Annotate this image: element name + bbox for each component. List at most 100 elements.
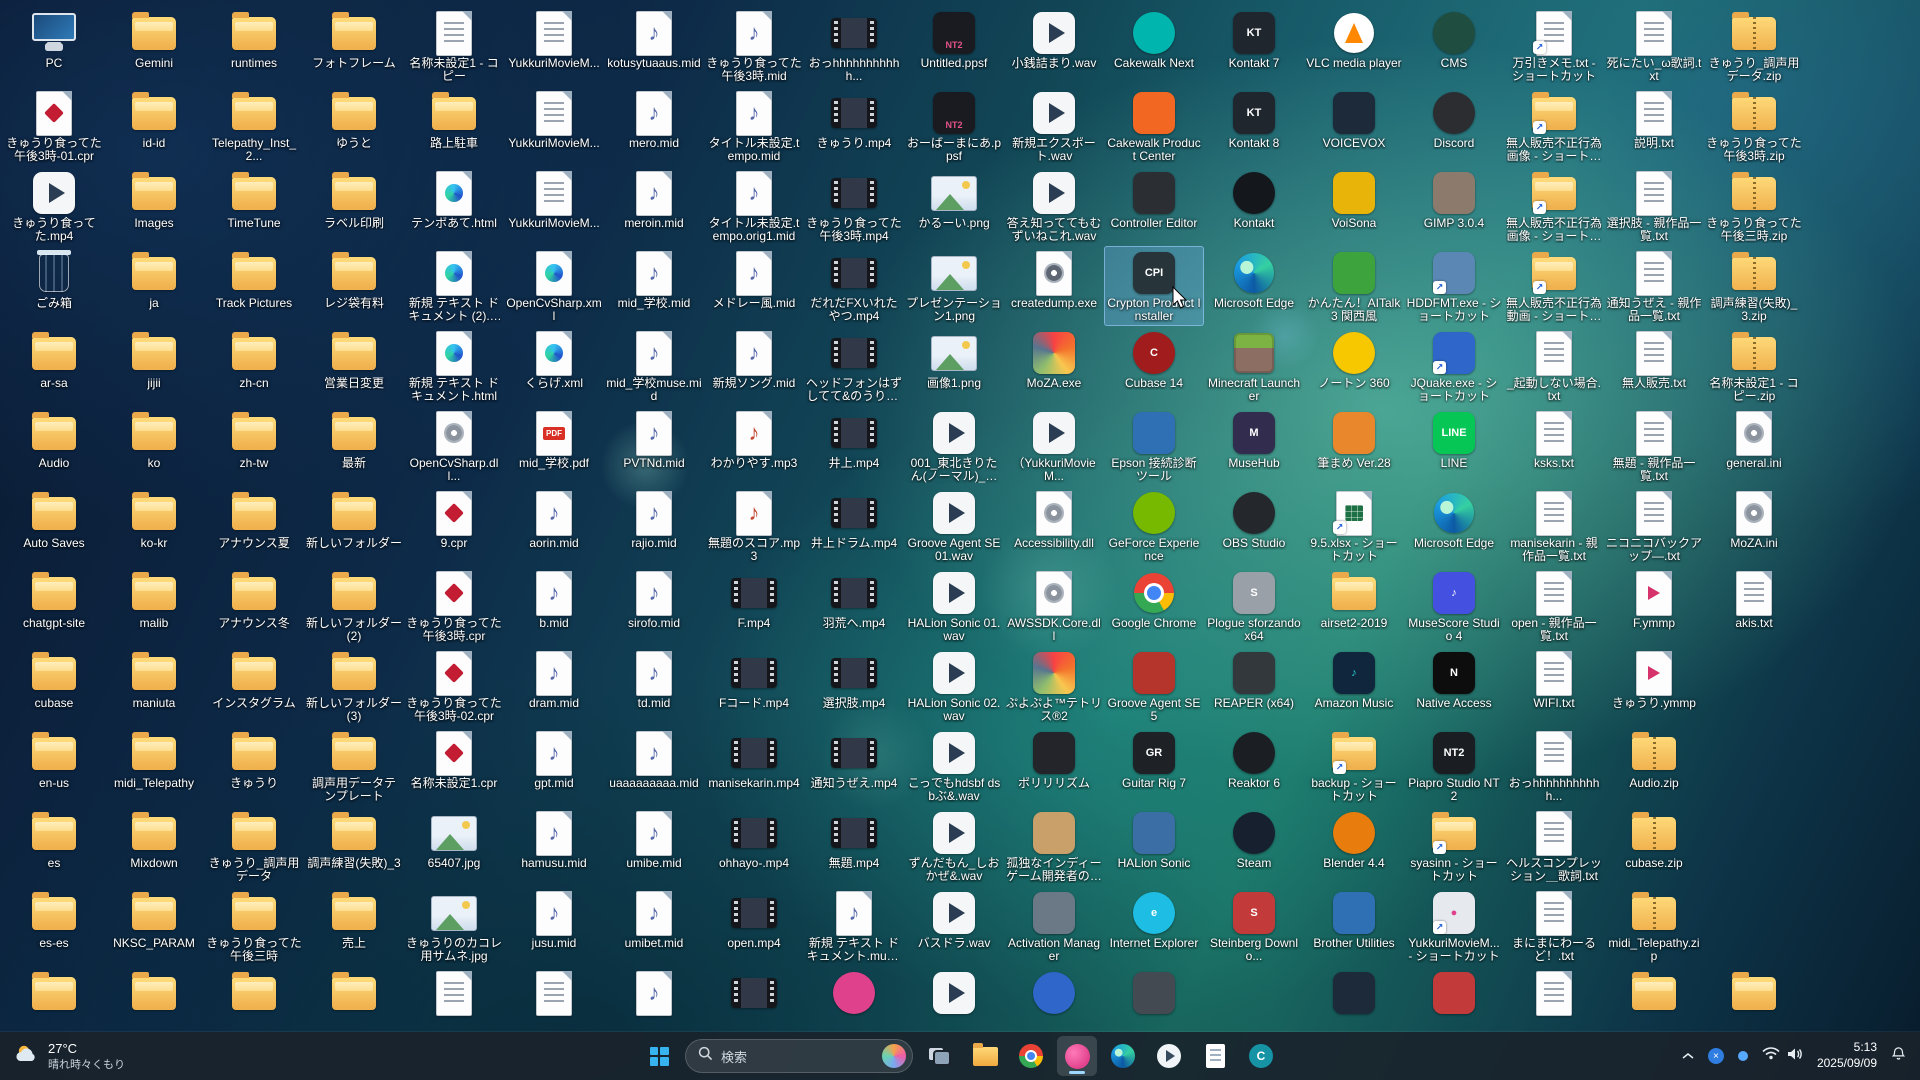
desktop-icon[interactable]: Cakewalk Product Center — [1104, 86, 1204, 166]
desktop-icon[interactable]: Accessibility.dll — [1004, 486, 1104, 566]
desktop-icon[interactable]: GRGuitar Rig 7 — [1104, 726, 1204, 806]
desktop-icon[interactable]: テンポあて.html — [404, 166, 504, 246]
desktop-icon[interactable]: 説明.txt — [1604, 86, 1704, 166]
desktop-icon[interactable]: プレゼンテーション1.png — [904, 246, 1004, 326]
desktop-icon[interactable]: NT2Piapro Studio NT2 — [1404, 726, 1504, 806]
desktop-icon[interactable]: manisekarin - 親作品一覧.txt — [1504, 486, 1604, 566]
desktop-icon[interactable]: Cakewalk Next — [1104, 6, 1204, 86]
desktop-icon[interactable]: ♪タイトル未設定.tempo.mid — [704, 86, 804, 166]
desktop-icon[interactable]: フォトフレーム — [304, 6, 404, 86]
desktop-icon[interactable]: きゅうり — [204, 726, 304, 806]
desktop-icon[interactable]: YukkuriMovieM... — [504, 166, 604, 246]
desktop-icon[interactable]: Microsoft Edge — [1204, 246, 1304, 326]
desktop-icon[interactable]: MoZA.exe — [1004, 326, 1104, 406]
desktop-icon[interactable]: ゆうと — [304, 86, 404, 166]
desktop-icon[interactable]: 新規 テキスト ドキュメント (2).html — [404, 246, 504, 326]
desktop-icon[interactable]: ohhayo-.mp4 — [704, 806, 804, 886]
desktop-icon[interactable]: きゅうり.mp4 — [804, 86, 904, 166]
desktop-icon[interactable]: ♪メドレー風.mid — [704, 246, 804, 326]
desktop-icon[interactable]: F.mp4 — [704, 566, 804, 646]
desktop-icon[interactable]: Gemini — [104, 6, 204, 86]
desktop-icon[interactable]: Audio.zip — [1604, 726, 1704, 806]
desktop-icon[interactable]: ♪uaaaaaaaaa.mid — [604, 726, 704, 806]
desktop-icon[interactable]: midi_Telepathy — [104, 726, 204, 806]
desktop-icon[interactable]: Mixdown — [104, 806, 204, 886]
desktop-icon[interactable]: LINELINE — [1404, 406, 1504, 486]
desktop-icon[interactable]: ko — [104, 406, 204, 486]
desktop-icon[interactable]: 名称未設定1 - コピー.zip — [1704, 326, 1804, 406]
desktop-icon[interactable]: OpenCvSharp.xml — [504, 246, 604, 326]
desktop-icon[interactable]: ♪タイトル未設定.tempo.orig1.mid — [704, 166, 804, 246]
desktop-icon[interactable]: インスタグラム — [204, 646, 304, 726]
desktop-icon[interactable] — [1404, 966, 1504, 1032]
desktop-icon[interactable]: Groove Agent SE 5 — [1104, 646, 1204, 726]
weather-widget[interactable]: 27°C 晴れ時々くもり — [0, 1032, 139, 1080]
desktop-icon[interactable]: AWSSDK.Core.dll — [1004, 566, 1104, 646]
desktop-icon[interactable]: ♪mid_学校muse.mid — [604, 326, 704, 406]
desktop-icon[interactable]: ♪b.mid — [504, 566, 604, 646]
desktop-icon[interactable]: maniuta — [104, 646, 204, 726]
desktop-icon[interactable]: 筆まめ Ver.28 — [1304, 406, 1404, 486]
taskbar-search[interactable]: 検索 — [685, 1039, 913, 1073]
desktop-icon[interactable]: manisekarin.mp4 — [704, 726, 804, 806]
desktop-icon[interactable]: 最新 — [304, 406, 404, 486]
desktop-icon[interactable]: だれだFXいれたやつ.mp4 — [804, 246, 904, 326]
desktop-icon[interactable]: 孤独なインディーゲーム開発者の一生... — [1004, 806, 1104, 886]
desktop-icon[interactable]: ↗HDDFMT.exe - ショートカット — [1404, 246, 1504, 326]
desktop-icon[interactable]: きゅうり_調声用データ — [204, 806, 304, 886]
desktop-icon[interactable]: かるーい.png — [904, 166, 1004, 246]
desktop-icon[interactable]: ♪新規ソング.mid — [704, 326, 804, 406]
desktop-icon[interactable]: WIFI.txt — [1504, 646, 1604, 726]
desktop-icon[interactable] — [1504, 966, 1604, 1032]
desktop-icon[interactable]: ●↗YukkuriMovieM... - ショートカット — [1404, 886, 1504, 966]
desktop-icon[interactable] — [4, 966, 104, 1032]
desktop-icon[interactable]: 通知うぜえ - 親作品一覧.txt — [1604, 246, 1704, 326]
desktop-icon[interactable]: ↗万引きメモ.txt - ショートカット — [1504, 6, 1604, 86]
desktop-icon[interactable]: きゅうり食ってた午後3時.zip — [1704, 86, 1804, 166]
desktop-icon[interactable]: jijii — [104, 326, 204, 406]
desktop-icon[interactable] — [1304, 966, 1404, 1032]
desktop-icon[interactable]: HALion Sonic 02.wav — [904, 646, 1004, 726]
desktop-icon[interactable] — [304, 966, 404, 1032]
desktop-icon[interactable]: 001_東北きりたん(ノーマル)_今じゃ... — [904, 406, 1004, 486]
desktop-icon[interactable]: きゅうり食ってた.mp4 — [4, 166, 104, 246]
desktop-icon[interactable]: HALion Sonic 01.wav — [904, 566, 1004, 646]
desktop-icon[interactable]: 井上.mp4 — [804, 406, 904, 486]
desktop-icon[interactable]: es-es — [4, 886, 104, 966]
desktop-icon[interactable]: 9.cpr — [404, 486, 504, 566]
desktop-icon[interactable]: PDFmid_学校.pdf — [504, 406, 604, 486]
desktop-icon[interactable]: ♪hamusu.mid — [504, 806, 604, 886]
desktop-icon[interactable]: malib — [104, 566, 204, 646]
desktop-icon[interactable]: ラベル印刷 — [304, 166, 404, 246]
desktop-icon[interactable]: open.mp4 — [704, 886, 804, 966]
desktop-icon[interactable]: Images — [104, 166, 204, 246]
desktop-icon[interactable]: ↗syasinn - ショートカット — [1404, 806, 1504, 886]
desktop-icon[interactable]: ♪わかりやす.mp3 — [704, 406, 804, 486]
desktop-icon[interactable]: CMS — [1404, 6, 1504, 86]
notification-button[interactable] — [1885, 1042, 1912, 1070]
desktop-icon[interactable]: ずんだもん_しおかぜ&.wav — [904, 806, 1004, 886]
desktop-icon[interactable]: ♪新規 テキスト ドキュメント.musicxml — [804, 886, 904, 966]
desktop-icon[interactable]: Brother Utilities — [1304, 886, 1404, 966]
desktop-icon[interactable]: （YukkuriMovieM... — [1004, 406, 1104, 486]
desktop-icon[interactable]: くらげ.xml — [504, 326, 604, 406]
desktop-icon[interactable]: 調声練習(失敗)_3.zip — [1704, 246, 1804, 326]
desktop-icon[interactable]: 調声用データテンプレート — [304, 726, 404, 806]
desktop-icon[interactable]: Microsoft Edge — [1404, 486, 1504, 566]
desktop-icon[interactable]: ♪aorin.mid — [504, 486, 604, 566]
desktop-icon[interactable]: ♪PVTNd.mid — [604, 406, 704, 486]
desktop-icon[interactable]: general.ini — [1704, 406, 1804, 486]
desktop-icon[interactable]: きゅうり食ってた午後3時.cpr — [404, 566, 504, 646]
desktop-icon[interactable]: chatgpt-site — [4, 566, 104, 646]
desktop-icon[interactable]: きゅうり.ymmp — [1604, 646, 1704, 726]
desktop-icon[interactable]: MoZA.ini — [1704, 486, 1804, 566]
desktop-icon[interactable]: 通知うぜえ.mp4 — [804, 726, 904, 806]
desktop-icon[interactable]: かんたん！AITalk 3 関西風 — [1304, 246, 1404, 326]
desktop-icon[interactable]: 新規エクスポート.wav — [1004, 86, 1104, 166]
desktop-icon[interactable]: ko-kr — [104, 486, 204, 566]
desktop-icon[interactable]: airset2-2019 — [1304, 566, 1404, 646]
desktop-icon[interactable] — [404, 966, 504, 1032]
tray-chevron-button[interactable] — [1676, 1043, 1700, 1069]
chrome-button[interactable] — [1011, 1036, 1051, 1076]
desktop-icon[interactable]: createdump.exe — [1004, 246, 1104, 326]
